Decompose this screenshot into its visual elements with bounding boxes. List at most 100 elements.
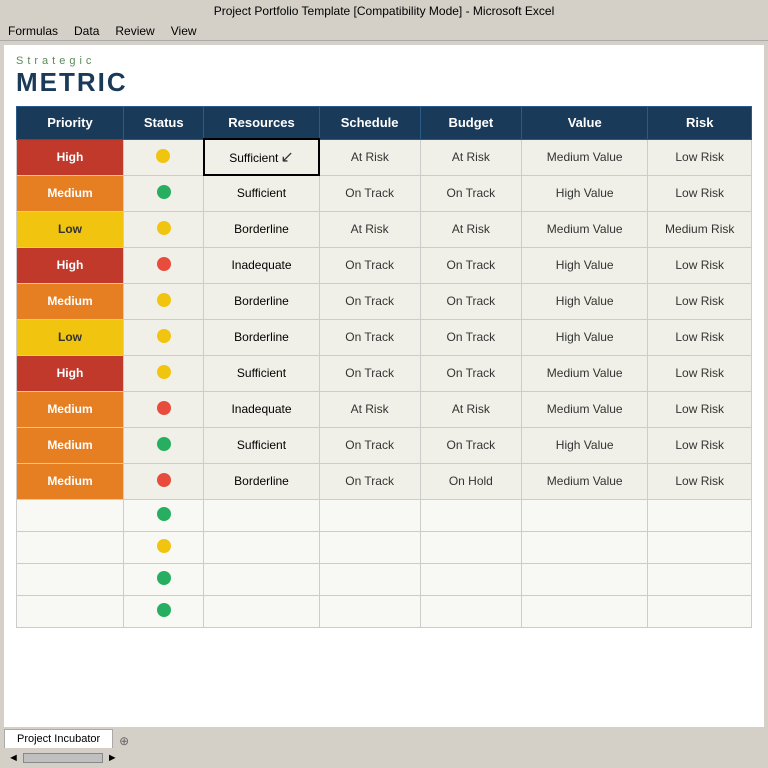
empty-cell [204,563,319,595]
status-cell-empty[interactable] [123,499,204,531]
status-cell[interactable] [123,319,204,355]
risk-cell[interactable]: Low Risk [648,283,752,319]
risk-cell[interactable]: Low Risk [648,355,752,391]
status-cell-empty[interactable] [123,531,204,563]
value-cell[interactable]: Medium Value [521,355,648,391]
resources-cell[interactable]: Borderline [204,319,319,355]
priority-cell[interactable]: Medium [17,283,124,319]
budget-cell[interactable]: On Track [420,355,521,391]
schedule-cell[interactable]: On Track [319,463,420,499]
resources-cell[interactable]: Inadequate [204,391,319,427]
budget-cell[interactable]: On Track [420,427,521,463]
budget-cell[interactable]: On Track [420,175,521,211]
status-cell[interactable] [123,175,204,211]
empty-cell [204,595,319,627]
budget-cell[interactable]: On Hold [420,463,521,499]
schedule-cell[interactable]: At Risk [319,391,420,427]
resources-cell[interactable]: Sufficient↙ [204,139,319,175]
risk-cell[interactable]: Low Risk [648,463,752,499]
scroll-left-arrow[interactable]: ◄ [8,752,19,764]
priority-cell[interactable]: High [17,139,124,175]
budget-cell[interactable]: At Risk [420,211,521,247]
status-cell[interactable] [123,463,204,499]
risk-cell[interactable]: Low Risk [648,319,752,355]
status-cell[interactable] [123,427,204,463]
menu-view[interactable]: View [171,24,197,38]
sheet-tab[interactable]: Project Incubator [4,729,113,748]
status-cell[interactable] [123,139,204,175]
status-cell[interactable] [123,247,204,283]
value-cell[interactable]: High Value [521,427,648,463]
priority-cell[interactable]: Medium [17,175,124,211]
budget-cell[interactable]: On Track [420,283,521,319]
resources-cell[interactable]: Inadequate [204,247,319,283]
empty-cell [648,499,752,531]
menu-formulas[interactable]: Formulas [8,24,58,38]
budget-cell[interactable]: At Risk [420,139,521,175]
budget-cell[interactable]: At Risk [420,391,521,427]
risk-cell[interactable]: Low Risk [648,247,752,283]
header-resources: Resources [204,107,319,140]
schedule-cell[interactable]: On Track [319,283,420,319]
value-cell[interactable]: High Value [521,283,648,319]
value-cell[interactable]: Medium Value [521,139,648,175]
scroll-right-arrow[interactable]: ► [107,752,118,764]
status-dot [157,473,171,487]
schedule-cell[interactable]: On Track [319,319,420,355]
schedule-cell[interactable]: On Track [319,427,420,463]
priority-cell-empty [17,531,124,563]
risk-cell[interactable]: Low Risk [648,139,752,175]
header-schedule: Schedule [319,107,420,140]
resources-cell[interactable]: Sufficient [204,355,319,391]
schedule-cell[interactable]: On Track [319,175,420,211]
schedule-cell[interactable]: At Risk [319,211,420,247]
schedule-cell[interactable]: At Risk [319,139,420,175]
value-cell[interactable]: Medium Value [521,463,648,499]
risk-cell[interactable]: Medium Risk [648,211,752,247]
value-cell[interactable]: High Value [521,247,648,283]
horizontal-scroll[interactable]: ◄ ► [8,752,118,764]
priority-cell[interactable]: Medium [17,463,124,499]
risk-cell[interactable]: Low Risk [648,175,752,211]
value-cell[interactable]: Medium Value [521,391,648,427]
scrollbar-track[interactable] [23,753,103,763]
resources-cell[interactable]: Sufficient [204,175,319,211]
risk-cell[interactable]: Low Risk [648,391,752,427]
priority-cell[interactable]: High [17,247,124,283]
resources-cell[interactable]: Borderline [204,283,319,319]
budget-cell[interactable]: On Track [420,247,521,283]
status-cell[interactable] [123,211,204,247]
value-cell[interactable]: High Value [521,175,648,211]
status-cell-empty[interactable] [123,595,204,627]
priority-cell[interactable]: Medium [17,427,124,463]
menu-review[interactable]: Review [115,24,154,38]
risk-cell[interactable]: Low Risk [648,427,752,463]
empty-cell [319,595,420,627]
priority-cell[interactable]: Low [17,319,124,355]
priority-cell[interactable]: High [17,355,124,391]
status-dot [157,539,171,553]
schedule-cell[interactable]: On Track [319,247,420,283]
value-cell[interactable]: High Value [521,319,648,355]
resources-cell[interactable]: Borderline [204,463,319,499]
value-cell[interactable]: Medium Value [521,211,648,247]
table-row: Medium BorderlineOn TrackOn HoldMedium Va… [17,463,752,499]
priority-cell[interactable]: Low [17,211,124,247]
resources-cell[interactable]: Borderline [204,211,319,247]
budget-cell[interactable]: On Track [420,319,521,355]
status-dot [157,293,171,307]
status-cell[interactable] [123,283,204,319]
schedule-cell[interactable]: On Track [319,355,420,391]
empty-cell [420,563,521,595]
menu-data[interactable]: Data [74,24,99,38]
status-cell[interactable] [123,355,204,391]
table-row: LowBorderlineOn TrackOn TrackHigh ValueL… [17,319,752,355]
resources-cell[interactable]: Sufficient [204,427,319,463]
status-cell[interactable] [123,391,204,427]
priority-cell[interactable]: Medium [17,391,124,427]
empty-cell [648,531,752,563]
table-row: HighInadequateOn TrackOn TrackHigh Value… [17,247,752,283]
status-dot [157,221,171,235]
status-cell-empty[interactable] [123,563,204,595]
status-dot [157,185,171,199]
